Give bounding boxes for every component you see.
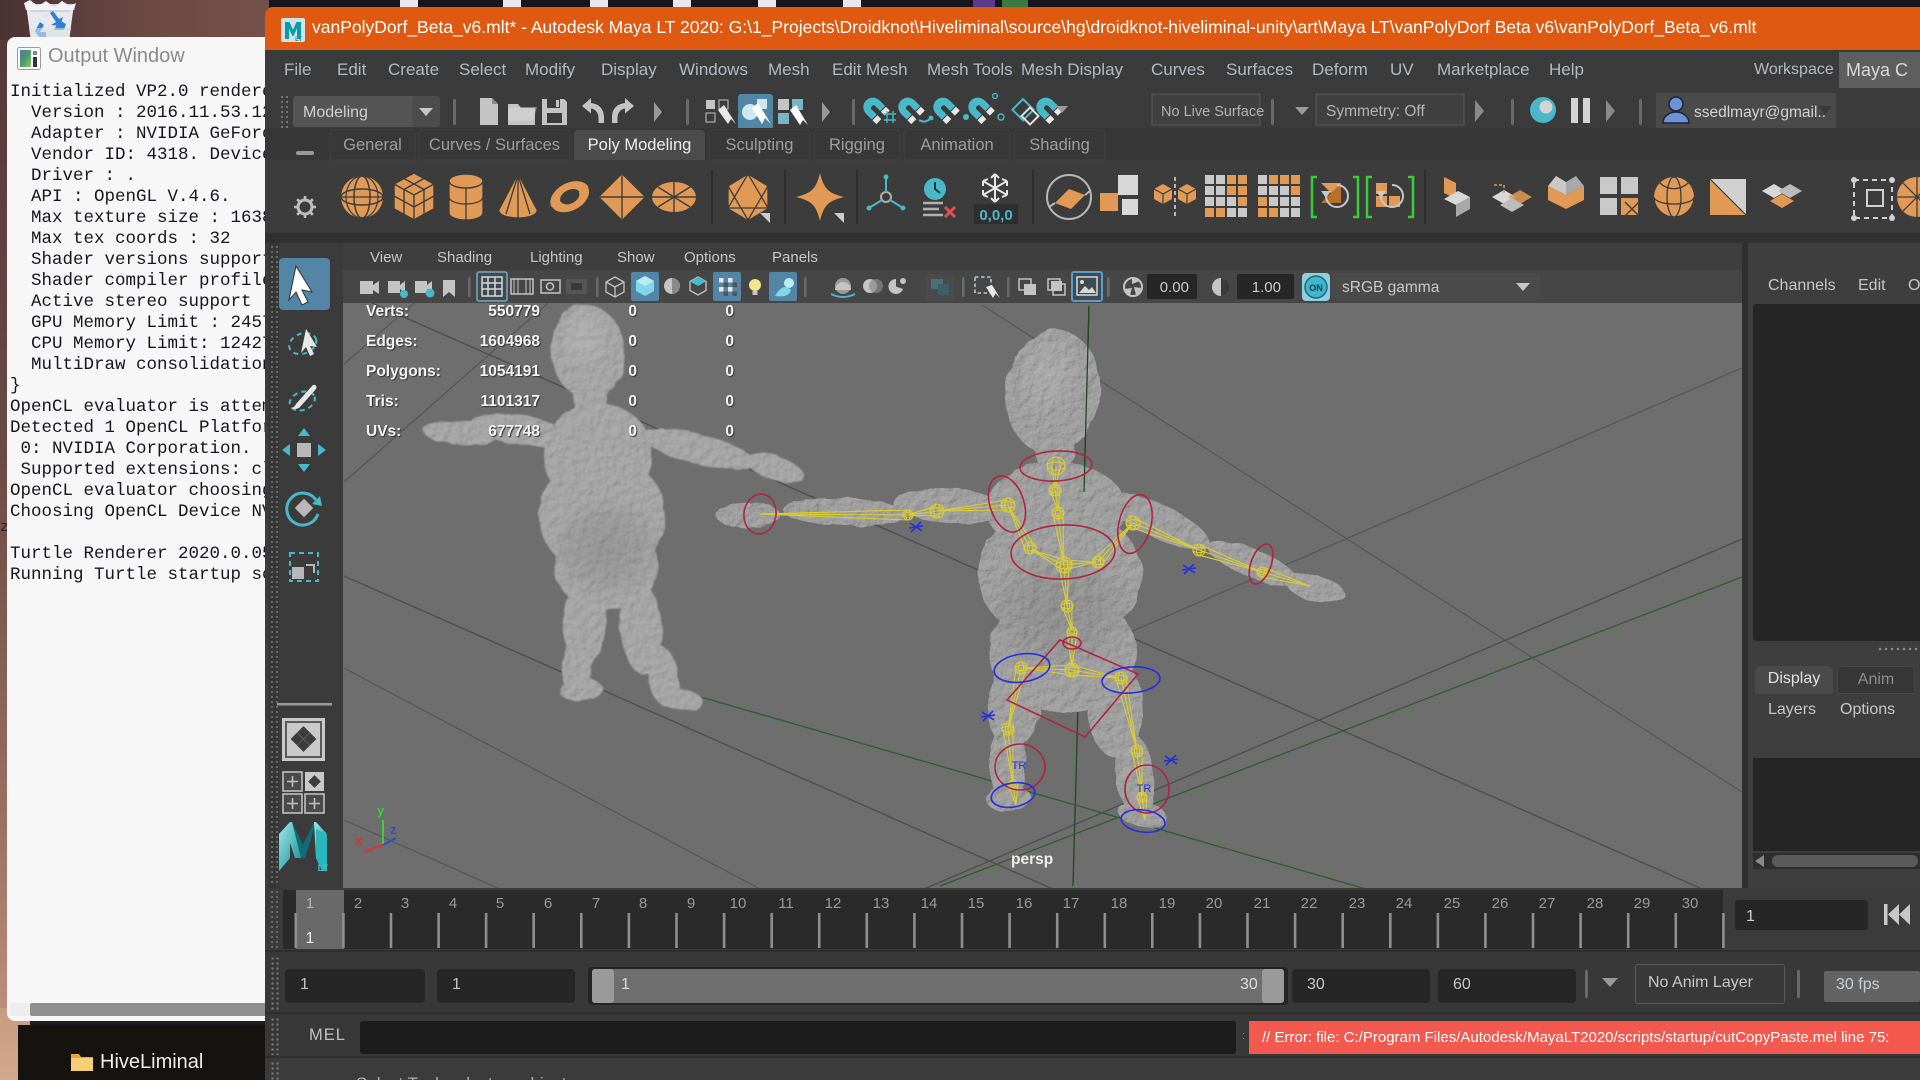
svg-text:6: 6 <box>544 895 552 912</box>
svg-text:LT: LT <box>295 37 302 42</box>
svg-text:5: 5 <box>496 895 504 912</box>
svg-text:9: 9 <box>687 895 695 912</box>
svg-text:Animation: Animation <box>920 136 993 154</box>
svg-text:Curves / Surfaces: Curves / Surfaces <box>429 136 560 154</box>
svg-text:ssedlmayr@gmail..: ssedlmayr@gmail.. <box>1694 104 1826 121</box>
svg-text:4: 4 <box>449 895 457 912</box>
svg-text:0: 0 <box>725 333 734 350</box>
svg-text:12: 12 <box>825 895 842 912</box>
svg-text:LT: LT <box>318 863 329 873</box>
svg-text:0,0,0: 0,0,0 <box>979 207 1012 224</box>
svg-text:1: 1 <box>1746 908 1755 925</box>
svg-text:Options: Options <box>684 249 736 266</box>
svg-text:Symmetry: Off: Symmetry: Off <box>1326 103 1425 120</box>
svg-text:11: 11 <box>778 895 794 912</box>
svg-text:1: 1 <box>306 930 315 947</box>
svg-text:TR: TR <box>1012 760 1027 772</box>
svg-text:13: 13 <box>873 895 890 912</box>
svg-text:19: 19 <box>1159 895 1176 912</box>
svg-text:Polygons:: Polygons: <box>366 363 441 380</box>
svg-text:25: 25 <box>1444 895 1461 912</box>
svg-text:0: 0 <box>628 393 637 410</box>
svg-text:24: 24 <box>1396 895 1413 912</box>
svg-text:0: 0 <box>725 363 734 380</box>
svg-text:1054191: 1054191 <box>480 363 541 380</box>
svg-text:General: General <box>343 136 402 154</box>
svg-text:Show: Show <box>617 249 655 266</box>
svg-text:z: z <box>390 822 397 837</box>
svg-text:1604968: 1604968 <box>480 333 541 350</box>
svg-text:0.00: 0.00 <box>1160 279 1189 296</box>
svg-text:27: 27 <box>1539 895 1556 912</box>
svg-text:2: 2 <box>354 895 362 912</box>
svg-text:0: 0 <box>725 423 734 440</box>
svg-text:17: 17 <box>1063 895 1080 912</box>
svg-text:0: 0 <box>628 423 637 440</box>
svg-text:1: 1 <box>306 895 314 912</box>
svg-text:Edges:: Edges: <box>366 333 418 350</box>
svg-text:22: 22 <box>1301 895 1318 912</box>
svg-text:Poly Modeling: Poly Modeling <box>588 136 692 154</box>
svg-text:21: 21 <box>1254 895 1271 912</box>
svg-text:8: 8 <box>639 895 647 912</box>
svg-text:0: 0 <box>628 333 637 350</box>
svg-text:UVs:: UVs: <box>366 423 401 440</box>
svg-text:persp: persp <box>1011 851 1053 868</box>
svg-text:10: 10 <box>730 895 747 912</box>
svg-text:550779: 550779 <box>488 303 540 320</box>
svg-text:14: 14 <box>921 895 938 912</box>
svg-text:sRGB gamma: sRGB gamma <box>1342 279 1440 296</box>
svg-text:Panels: Panels <box>772 249 818 266</box>
svg-text:Shading: Shading <box>437 249 492 266</box>
svg-text:Verts:: Verts: <box>366 303 409 320</box>
svg-text:23: 23 <box>1349 895 1366 912</box>
svg-text:18: 18 <box>1111 895 1128 912</box>
svg-text:Shading: Shading <box>1029 136 1090 154</box>
svg-text:30: 30 <box>1682 895 1699 912</box>
svg-text:3: 3 <box>401 895 409 912</box>
svg-text:Lighting: Lighting <box>530 249 583 266</box>
svg-text:0: 0 <box>725 393 734 410</box>
svg-text:29: 29 <box>1634 895 1651 912</box>
svg-text:1101317: 1101317 <box>481 393 541 410</box>
svg-text:x: x <box>355 833 363 848</box>
svg-text:Tris:: Tris: <box>366 393 399 410</box>
svg-text:1.00: 1.00 <box>1252 279 1281 296</box>
svg-text:0: 0 <box>725 303 734 320</box>
svg-text:ON: ON <box>1309 283 1323 293</box>
svg-text:677748: 677748 <box>488 423 540 440</box>
svg-text:No Live Surface: No Live Surface <box>1161 104 1264 120</box>
svg-text:0: 0 <box>628 303 637 320</box>
svg-text:20: 20 <box>1206 895 1223 912</box>
svg-text:15: 15 <box>968 895 985 912</box>
svg-text:TR: TR <box>1137 783 1152 795</box>
svg-text:Sculpting: Sculpting <box>726 136 794 154</box>
svg-text:Modeling: Modeling <box>303 104 368 121</box>
svg-text:Rigging: Rigging <box>829 136 885 154</box>
svg-text:7: 7 <box>592 895 600 912</box>
svg-text:16: 16 <box>1016 895 1033 912</box>
svg-text:0: 0 <box>628 363 637 380</box>
svg-text:y: y <box>377 803 385 818</box>
svg-text:View: View <box>370 249 402 266</box>
svg-text:28: 28 <box>1587 895 1604 912</box>
svg-text:26: 26 <box>1492 895 1509 912</box>
